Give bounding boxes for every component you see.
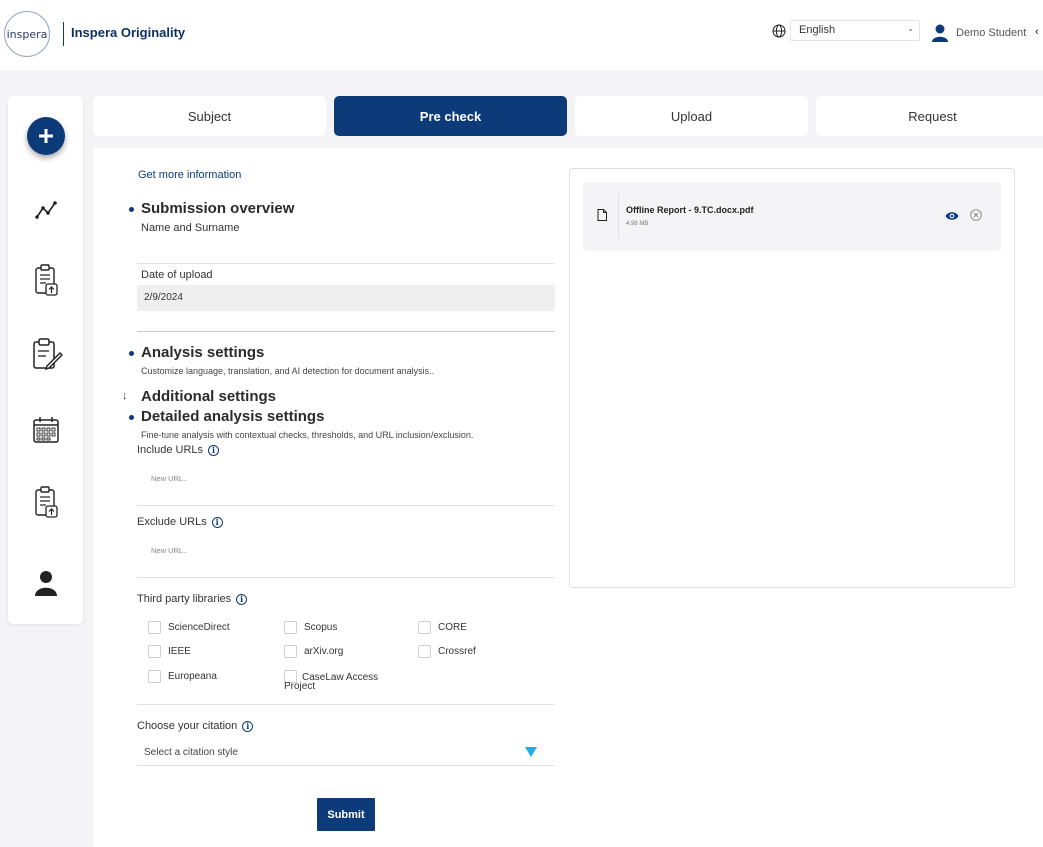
divider (137, 331, 555, 332)
triangle-down-icon[interactable] (525, 747, 537, 757)
user-avatar-icon[interactable] (931, 24, 949, 42)
checkbox-arxiv[interactable]: arXiv.org (284, 645, 343, 658)
calendar-icon (33, 417, 59, 443)
checkbox-core[interactable]: CORE (418, 621, 467, 634)
checkbox-europeana[interactable]: Europeana (148, 670, 217, 683)
checkbox[interactable] (418, 645, 431, 658)
checkbox[interactable] (148, 621, 161, 634)
third-party-libraries-label: Third party libraries i (137, 593, 248, 605)
remove-file-icon[interactable] (970, 209, 982, 221)
nav-edit[interactable] (28, 336, 64, 372)
info-icon[interactable]: i (242, 720, 254, 732)
document-upload-icon (35, 264, 58, 296)
tab-upload[interactable]: Upload (575, 96, 808, 136)
nav-documents-2[interactable] (28, 484, 64, 520)
tab-pre-check[interactable]: Pre check (334, 96, 567, 136)
nav-calendar[interactable] (28, 412, 64, 448)
more-info-link[interactable]: Get more information (138, 169, 241, 181)
third-party-label-text: Third party libraries (137, 593, 232, 605)
chevron-left-icon[interactable]: ‹ (1035, 26, 1039, 38)
divider (137, 704, 555, 705)
date-of-upload-field: 2/9/2024 (137, 285, 555, 311)
file-icon (597, 209, 607, 221)
divider (137, 765, 555, 766)
checkbox-ieee[interactable]: IEEE (148, 645, 191, 658)
checkbox[interactable] (148, 645, 161, 658)
bullet (129, 415, 134, 420)
checkbox-label: Europeana (168, 671, 217, 682)
additional-settings-title[interactable]: Additional settings (141, 388, 276, 405)
arrow-down-icon[interactable]: ↓ (122, 390, 128, 402)
inspera-logo[interactable]: inspera (4, 11, 50, 57)
include-url-input[interactable]: New URL.. (151, 474, 187, 483)
divider (137, 505, 555, 506)
user-name[interactable]: Demo Student (956, 27, 1026, 39)
language-value: English (799, 24, 836, 36)
add-button[interactable] (27, 117, 65, 155)
citation-label-text: Choose your citation (137, 720, 238, 732)
include-urls-label: Include URLs i (137, 444, 220, 456)
language-select[interactable]: English ⌄ (790, 20, 920, 41)
checkbox-sciencedirect[interactable]: ScienceDirect (148, 621, 230, 634)
tab-request[interactable]: Request (816, 96, 1043, 136)
submit-button[interactable]: Submit (317, 798, 375, 831)
exclude-url-input[interactable]: New URL.. (151, 546, 187, 555)
checkbox-label: arXiv.org (304, 646, 344, 657)
checkbox-label-caselaw: CaseLaw Access Project (284, 672, 379, 692)
analysis-settings-title[interactable]: Analysis settings (141, 344, 264, 361)
nav-profile[interactable] (28, 565, 64, 601)
info-icon[interactable]: i (211, 516, 223, 528)
file-size: 4.96 MB (626, 221, 649, 227)
nav-documents[interactable] (28, 262, 64, 298)
document-upload-icon (35, 486, 58, 518)
bullet (129, 351, 134, 356)
eye-icon[interactable] (945, 211, 959, 221)
checkbox-label: CORE (438, 622, 467, 633)
checkbox-label: ScienceDirect (168, 622, 230, 633)
user-icon (35, 571, 57, 596)
student-name: Name and Surname (141, 222, 240, 234)
checkbox[interactable] (418, 621, 431, 634)
submission-overview-title: Submission overview (141, 200, 295, 217)
plus-icon (39, 129, 53, 143)
logo-divider (63, 22, 64, 46)
file-item (583, 182, 1001, 251)
file-separator (618, 194, 619, 238)
globe-icon (772, 24, 786, 38)
info-icon[interactable]: i (236, 593, 248, 605)
divider (137, 263, 555, 264)
checkbox[interactable] (284, 645, 297, 658)
date-of-upload-label: Date of upload (141, 269, 213, 281)
bullet (129, 207, 134, 212)
divider (137, 577, 555, 578)
exclude-urls-label: Exclude URLs i (137, 516, 223, 528)
checkbox[interactable] (148, 670, 161, 683)
checkbox-label: Crossref (438, 646, 476, 657)
checkbox-label: IEEE (168, 646, 191, 657)
tab-subject[interactable]: Subject (93, 96, 326, 136)
file-name: Offline Report - 9.TC.docx.pdf (626, 205, 754, 215)
checkbox[interactable] (284, 621, 297, 634)
exclude-urls-label-text: Exclude URLs (137, 516, 207, 528)
clipboard-edit-icon (33, 338, 63, 371)
analysis-settings-description: Customize language, translation, and AI … (141, 366, 435, 376)
checkbox-crossref[interactable]: Crossref (418, 645, 476, 658)
citation-label: Choose your citation i (137, 720, 254, 732)
nav-analytics[interactable] (28, 192, 64, 228)
checkbox-scopus[interactable]: Scopus (284, 621, 337, 634)
detailed-analysis-description: Fine-tune analysis with contextual check… (141, 430, 474, 440)
detailed-analysis-title: Detailed analysis settings (141, 408, 325, 425)
top-header: inspera Inspera Originality English ⌄ De… (0, 0, 1043, 70)
checkbox-label: Scopus (304, 622, 338, 633)
logo-text: inspera (6, 27, 48, 41)
info-icon[interactable]: i (208, 444, 220, 456)
app-title: Inspera Originality (71, 25, 186, 40)
citation-style-select[interactable]: Select a citation style (144, 747, 238, 758)
analytics-icon (35, 201, 57, 219)
chevron-down-icon: ⌄ (907, 24, 914, 33)
include-urls-label-text: Include URLs (137, 444, 204, 456)
side-navigation (8, 96, 83, 624)
